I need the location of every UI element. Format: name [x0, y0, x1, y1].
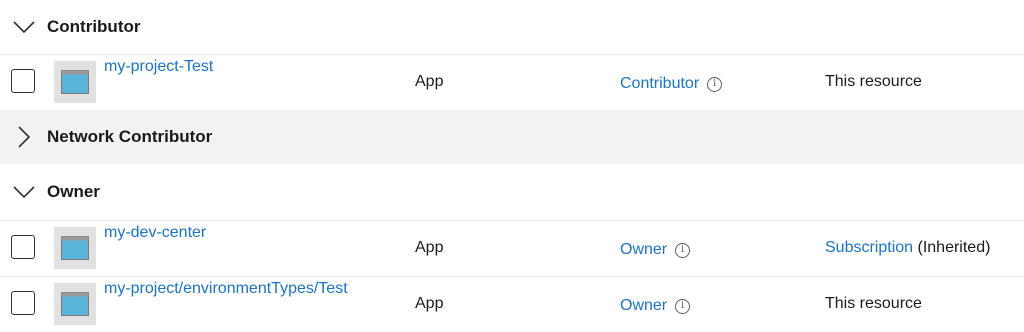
principal-name-link[interactable]: my-dev-center: [104, 224, 206, 242]
scope-cell: Subscription (Inherited): [825, 239, 990, 257]
role-assignments-grid: Contributor my-project-Test App Contribu…: [0, 0, 1024, 332]
principal-name-link[interactable]: my-project/environmentTypes/Test: [104, 280, 348, 298]
row-checkbox[interactable]: [11, 235, 35, 259]
table-row[interactable]: my-project-Test App Contributor i This r…: [0, 54, 1024, 110]
group-label: Owner: [47, 182, 100, 201]
info-icon[interactable]: i: [675, 242, 691, 258]
principal-name-link[interactable]: my-project-Test: [104, 58, 213, 76]
info-icon[interactable]: i: [675, 298, 691, 314]
group-header-contributor[interactable]: Contributor: [0, 0, 1024, 54]
chevron-down-icon[interactable]: [12, 15, 36, 39]
row-checkbox[interactable]: [11, 69, 35, 93]
scope-link[interactable]: Subscription: [825, 239, 913, 256]
scope-cell: This resource: [825, 73, 922, 91]
app-registration-icon: [54, 227, 96, 269]
group-label: Contributor: [47, 17, 141, 36]
principal-type: App: [415, 295, 444, 312]
scope-cell: This resource: [825, 295, 922, 313]
group-header-network-contributor[interactable]: Network Contributor: [0, 110, 1024, 164]
scope-suffix: (Inherited): [913, 239, 991, 256]
app-registration-icon: [54, 61, 96, 103]
group-label: Network Contributor: [47, 127, 213, 146]
role-link[interactable]: Owner: [620, 241, 667, 259]
role-link[interactable]: Contributor: [620, 75, 699, 93]
row-checkbox[interactable]: [11, 291, 35, 315]
info-icon[interactable]: i: [707, 76, 723, 92]
scope-text: This resource: [825, 295, 922, 312]
principal-type: App: [415, 73, 444, 90]
group-header-owner[interactable]: Owner: [0, 165, 1024, 219]
table-row[interactable]: my-project/environmentTypes/Test App Own…: [0, 276, 1024, 332]
table-row[interactable]: my-dev-center App Owner i Subscription (…: [0, 220, 1024, 276]
role-cell: Owner i: [620, 297, 691, 315]
role-cell: Owner i: [620, 241, 691, 259]
chevron-right-icon[interactable]: [12, 125, 36, 149]
app-registration-icon: [54, 283, 96, 325]
scope-text: This resource: [825, 73, 922, 90]
role-link[interactable]: Owner: [620, 297, 667, 315]
chevron-down-icon[interactable]: [12, 180, 36, 204]
principal-type: App: [415, 239, 444, 256]
role-cell: Contributor i: [620, 75, 723, 93]
